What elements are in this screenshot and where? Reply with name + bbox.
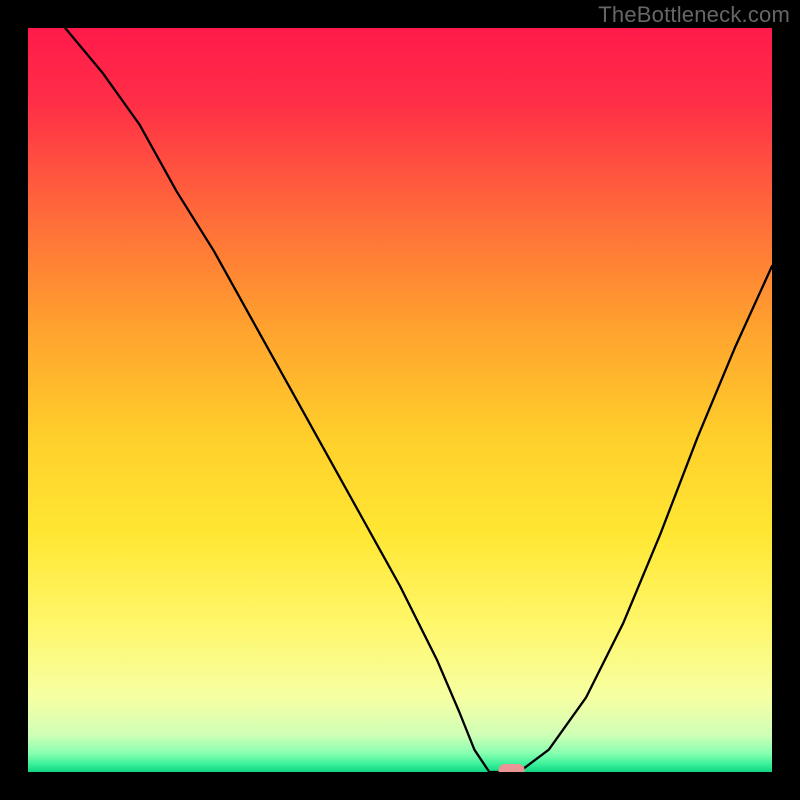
chart-frame: TheBottleneck.com	[0, 0, 800, 800]
attribution-text: TheBottleneck.com	[598, 2, 790, 28]
bottleneck-plot	[28, 28, 772, 772]
gradient-background	[28, 28, 772, 772]
optimal-marker	[499, 764, 525, 772]
